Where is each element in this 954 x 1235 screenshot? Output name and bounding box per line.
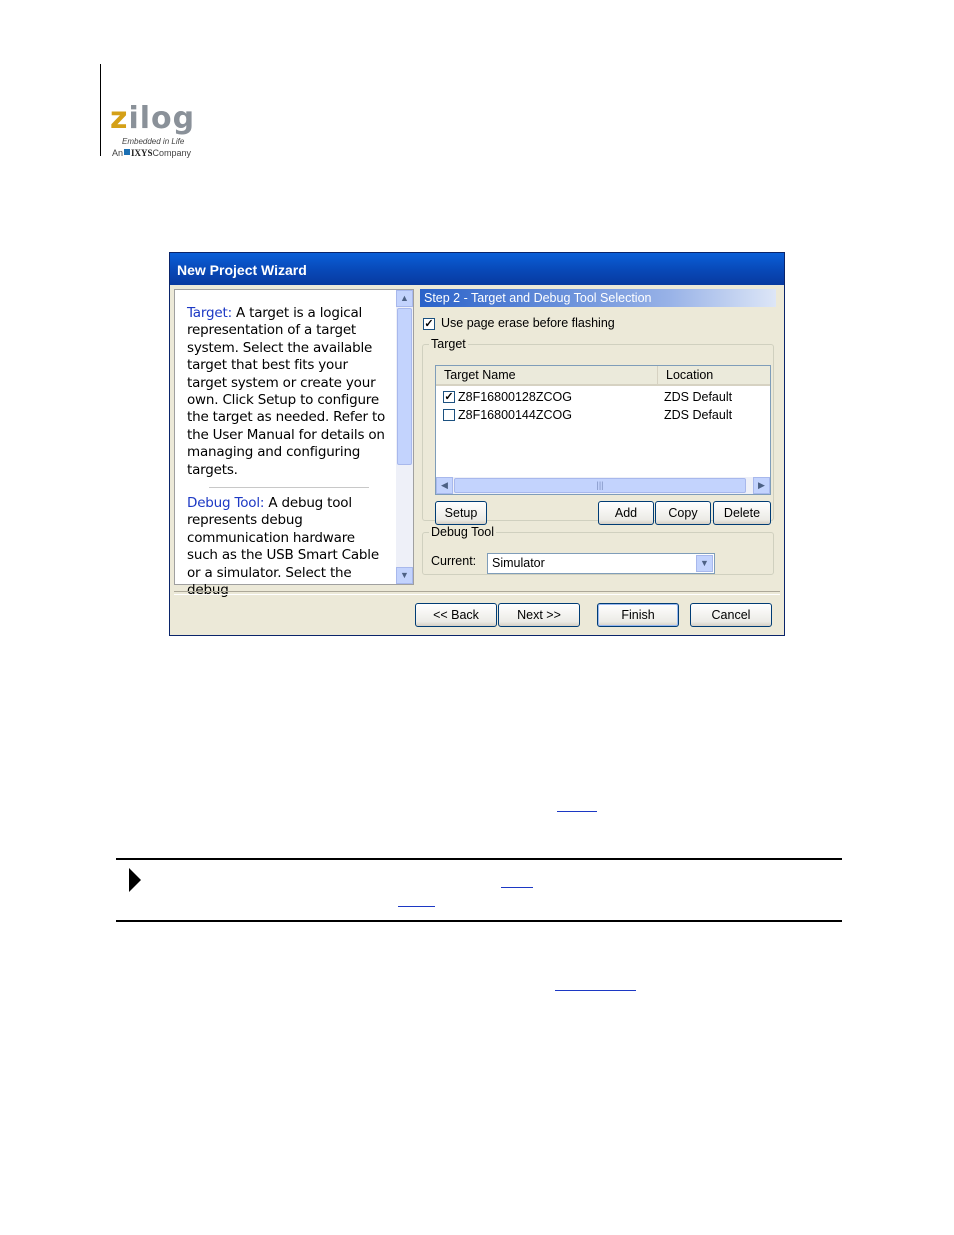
copy-button[interactable]: Copy	[655, 501, 711, 525]
note-top-rule	[116, 858, 842, 860]
add-button[interactable]: Add	[598, 501, 654, 525]
row-checkbox[interactable]	[443, 409, 455, 421]
title-bar[interactable]: New Project Wizard	[170, 253, 784, 285]
hyperlink-underline[interactable]	[501, 887, 533, 888]
step-title: Step 2 - Target and Debug Tool Selection	[420, 289, 776, 307]
scroll-up-icon[interactable]: ▲	[396, 290, 413, 307]
next-button[interactable]: Next >>	[498, 603, 580, 627]
cancel-button[interactable]: Cancel	[690, 603, 772, 627]
hyperlink-underline[interactable]	[557, 811, 597, 812]
new-project-wizard-dialog: New Project Wizard Target: A target is a…	[169, 252, 785, 636]
back-button[interactable]: << Back	[415, 603, 497, 627]
help-pane: Target: A target is a logical representa…	[174, 289, 414, 598]
help-target-desc: A target is a logical representation of …	[187, 305, 386, 478]
debug-tool-value: Simulator	[492, 556, 545, 570]
table-row[interactable]: ✓ Z8F16800128ZCOG ZDS Default	[440, 388, 766, 406]
footer-divider	[174, 591, 780, 595]
list-hscrollbar[interactable]: ◀ ||| ▶	[436, 477, 770, 494]
column-location[interactable]: Location	[658, 366, 770, 386]
target-group: Target Target Name Location ✓ Z8F1680012…	[422, 337, 774, 525]
step-panel: Step 2 - Target and Debug Tool Selection…	[420, 289, 778, 577]
hyperlink-underline[interactable]	[398, 906, 435, 907]
header-rule	[100, 64, 101, 156]
finish-button[interactable]: Finish	[597, 603, 679, 627]
scroll-down-icon[interactable]: ▼	[396, 567, 413, 584]
logo-company: An IXYSCompany	[112, 148, 192, 158]
help-divider	[209, 487, 369, 489]
help-scrollbar[interactable]: ▲ ▼	[396, 290, 413, 584]
scroll-thumb[interactable]	[397, 308, 412, 465]
current-label: Current:	[431, 554, 477, 568]
target-location: ZDS Default	[664, 408, 733, 422]
row-checkbox[interactable]: ✓	[443, 391, 455, 403]
target-name: Z8F16800128ZCOG	[458, 390, 572, 404]
logo-wordmark: zilog	[110, 101, 196, 136]
note-bottom-rule	[116, 920, 842, 922]
setup-button[interactable]: Setup	[435, 501, 487, 525]
logo-tagline: Embedded in Life	[122, 137, 185, 146]
column-target-name[interactable]: Target Name	[436, 366, 658, 386]
scroll-left-icon[interactable]: ◀	[436, 477, 453, 494]
debug-tool-group: Debug Tool Current: Simulator ▼	[422, 525, 774, 575]
hyperlink-underline[interactable]	[555, 990, 636, 991]
target-list: Target Name Location ✓ Z8F16800128ZCOG Z…	[435, 365, 771, 495]
scroll-right-icon[interactable]: ▶	[753, 477, 770, 494]
note-arrow-icon	[129, 868, 141, 892]
page-erase-checkbox[interactable]: ✓	[423, 318, 435, 330]
help-text: Target: A target is a logical representa…	[187, 305, 387, 600]
hscroll-thumb[interactable]: |||	[454, 478, 746, 493]
table-row[interactable]: Z8F16800144ZCOG ZDS Default	[440, 406, 766, 424]
delete-button[interactable]: Delete	[713, 501, 771, 525]
help-term-debug-tool: Debug Tool:	[187, 495, 265, 512]
chevron-down-icon[interactable]: ▼	[696, 555, 713, 572]
zilog-logo: zilog Embedded in Life An IXYSCompany	[110, 102, 220, 162]
debug-tool-select[interactable]: Simulator ▼	[487, 553, 715, 574]
help-term-target: Target:	[187, 305, 232, 321]
debug-tool-legend: Debug Tool	[431, 525, 495, 539]
target-group-legend: Target	[431, 337, 466, 351]
target-name: Z8F16800144ZCOG	[458, 408, 572, 422]
dialog-title: New Project Wizard	[177, 262, 307, 278]
page-erase-label: Use page erase before flashing	[441, 316, 615, 330]
target-location: ZDS Default	[664, 390, 733, 404]
